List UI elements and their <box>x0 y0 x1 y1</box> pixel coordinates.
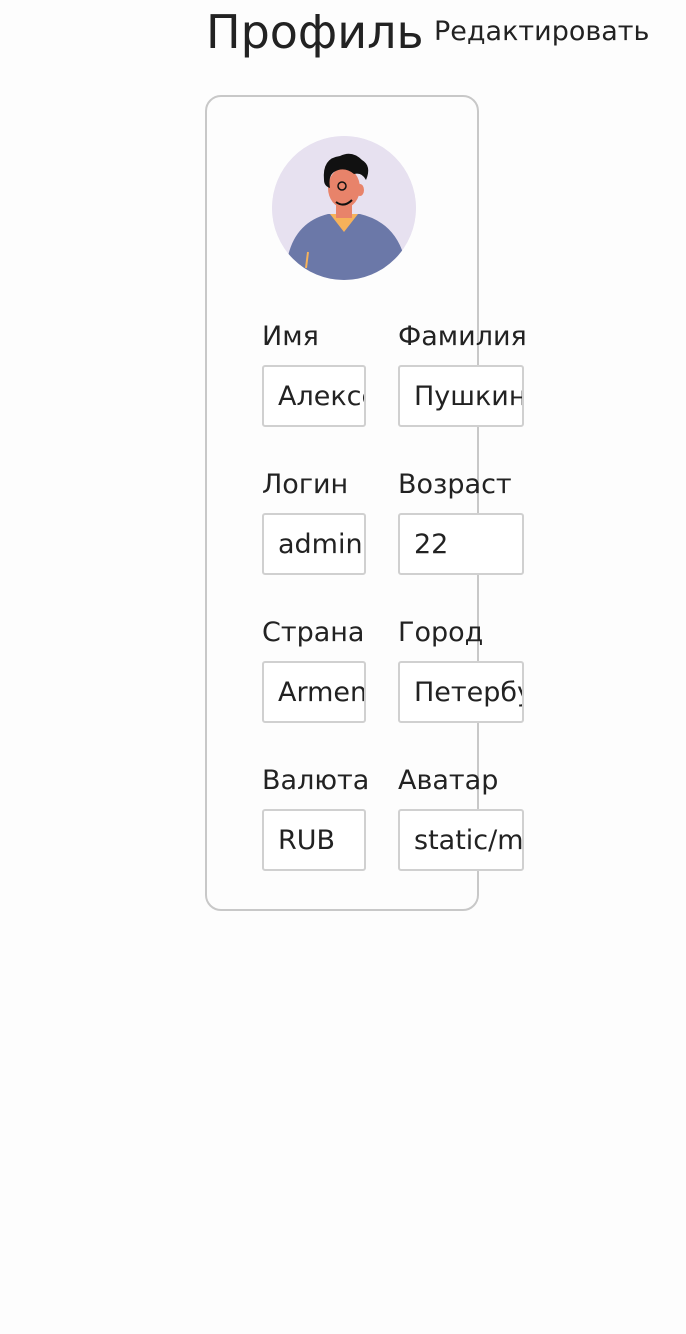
age-label: Возраст <box>398 469 512 500</box>
username-input[interactable] <box>262 513 366 575</box>
avatar-url-input[interactable] <box>398 809 524 871</box>
country-label: Страна <box>262 617 365 648</box>
edit-button[interactable]: Редактировать <box>434 14 649 50</box>
first-name-input[interactable] <box>262 365 366 427</box>
city-label: Город <box>398 617 484 648</box>
currency-label: Валюта <box>262 765 370 796</box>
city-input[interactable] <box>398 661 524 723</box>
last-name-input[interactable] <box>398 365 524 427</box>
country-input[interactable] <box>262 661 366 723</box>
last-name-label: Фамилия <box>398 321 527 352</box>
first-name-label: Имя <box>262 321 319 352</box>
age-input[interactable] <box>398 513 524 575</box>
page-title: Профиль <box>206 5 424 59</box>
user-avatar-icon <box>272 136 416 280</box>
currency-input[interactable] <box>262 809 366 871</box>
username-label: Логин <box>262 469 349 500</box>
avatar-label: Аватар <box>398 765 499 796</box>
